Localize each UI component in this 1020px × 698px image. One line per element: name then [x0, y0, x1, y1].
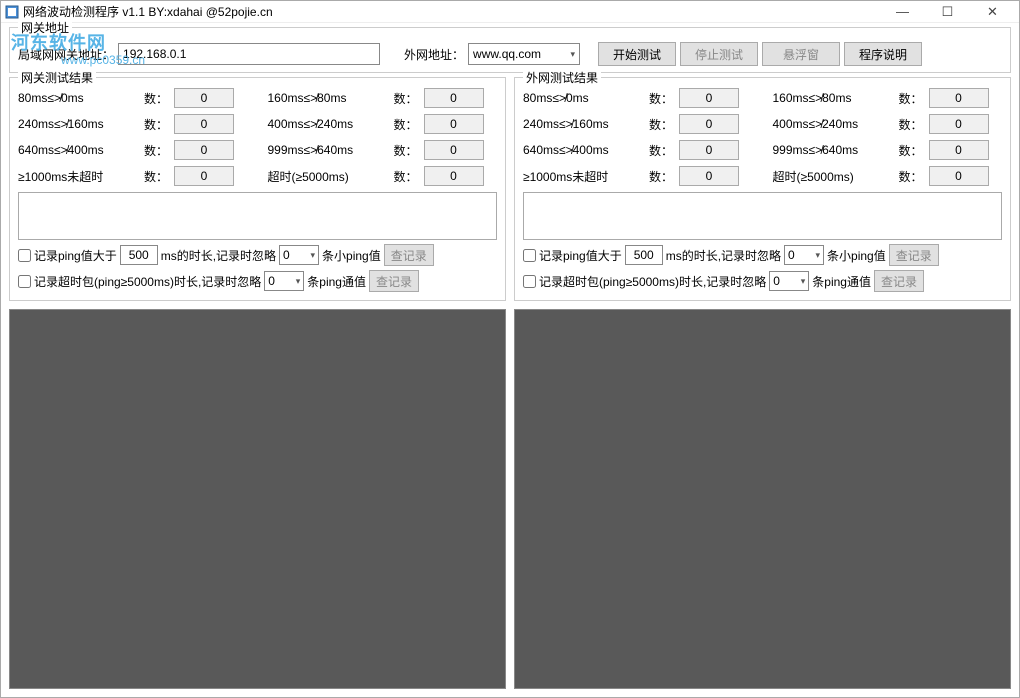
- wan-view-timeout-log-button[interactable]: 查记录: [874, 270, 924, 292]
- metric-label: 400ms≤≯240ms: [773, 117, 893, 131]
- metric-label: ≥1000ms未超时: [18, 168, 138, 185]
- gateway-ping-threshold-input[interactable]: [120, 245, 158, 265]
- gateway-group-title: 网关地址: [18, 19, 72, 36]
- metric-value: 0: [929, 114, 989, 134]
- metric-value: 0: [929, 166, 989, 186]
- wan-ignore-timeout-combo[interactable]: 0▾: [769, 271, 809, 291]
- wan-results-title: 外网测试结果: [523, 69, 601, 86]
- wan-address-label: 外网地址：: [404, 46, 464, 63]
- metric-label: 240ms≤≯160ms: [18, 117, 138, 131]
- close-button[interactable]: ✕: [970, 1, 1015, 23]
- gateway-results-group: 网关测试结果 80ms≤≯0ms数：0 160ms≤≯80ms数：0 240ms…: [9, 77, 506, 301]
- metric-label: 160ms≤≯80ms: [268, 91, 388, 105]
- metric-value: 0: [929, 140, 989, 160]
- gateway-results-title: 网关测试结果: [18, 69, 96, 86]
- metric-label: 640ms≤≯400ms: [18, 143, 138, 157]
- gateway-view-ping-log-button[interactable]: 查记录: [384, 244, 434, 266]
- metric-value: 0: [679, 166, 739, 186]
- window-title: 网络波动检测程序 v1.1 BY:xdahai @52pojie.cn: [23, 3, 880, 20]
- gateway-view-timeout-log-button[interactable]: 查记录: [369, 270, 419, 292]
- chevron-down-icon: ▾: [801, 276, 806, 287]
- wan-ping-threshold-input[interactable]: [625, 245, 663, 265]
- metric-value: 0: [174, 114, 234, 134]
- metric-label: 超时(≥5000ms): [268, 168, 388, 185]
- app-icon: [5, 5, 19, 19]
- chevron-down-icon: ▾: [311, 250, 316, 261]
- metric-value: 0: [174, 140, 234, 160]
- metric-value: 0: [929, 88, 989, 108]
- metric-value: 0: [424, 166, 484, 186]
- gateway-log-box: [18, 192, 497, 240]
- wan-ignore-small-combo[interactable]: 0▾: [784, 245, 824, 265]
- float-window-button[interactable]: 悬浮窗: [762, 42, 840, 66]
- metric-value: 0: [679, 114, 739, 134]
- lan-gateway-label: 局域网网关地址：: [18, 46, 114, 63]
- metric-value: 0: [679, 88, 739, 108]
- metric-value: 0: [679, 140, 739, 160]
- chevron-down-icon: ▾: [816, 250, 821, 261]
- metric-value: 0: [174, 88, 234, 108]
- metric-value: 0: [424, 88, 484, 108]
- wan-results-group: 外网测试结果 80ms≤≯0ms数：0 160ms≤≯80ms数：0 240ms…: [514, 77, 1011, 301]
- metric-label: 160ms≤≯80ms: [773, 91, 893, 105]
- gateway-record-ping-checkbox[interactable]: [18, 249, 31, 262]
- stop-test-button[interactable]: 停止测试: [680, 42, 758, 66]
- gateway-ignore-timeout-combo[interactable]: 0▾: [264, 271, 304, 291]
- metric-label: ≥1000ms未超时: [523, 168, 643, 185]
- metric-label: 999ms≤≯640ms: [773, 143, 893, 157]
- start-test-button[interactable]: 开始测试: [598, 42, 676, 66]
- maximize-button[interactable]: ☐: [925, 1, 970, 23]
- metric-label: 80ms≤≯0ms: [523, 91, 643, 105]
- wan-log-box: [523, 192, 1002, 240]
- metric-value: 0: [174, 166, 234, 186]
- wan-record-ping-checkbox[interactable]: [523, 249, 536, 262]
- wan-record-timeout-checkbox[interactable]: [523, 275, 536, 288]
- metric-label: 超时(≥5000ms): [773, 168, 893, 185]
- metric-label: 640ms≤≯400ms: [523, 143, 643, 157]
- metric-value: 0: [424, 114, 484, 134]
- gateway-ignore-small-combo[interactable]: 0▾: [279, 245, 319, 265]
- wan-address-combo[interactable]: www.qq.com▾: [468, 43, 580, 65]
- wan-view-ping-log-button[interactable]: 查记录: [889, 244, 939, 266]
- metric-label: 240ms≤≯160ms: [523, 117, 643, 131]
- metric-label: 400ms≤≯240ms: [268, 117, 388, 131]
- metric-label: 999ms≤≯640ms: [268, 143, 388, 157]
- help-button[interactable]: 程序说明: [844, 42, 922, 66]
- metric-label: 80ms≤≯0ms: [18, 91, 138, 105]
- metric-value: 0: [424, 140, 484, 160]
- wan-chart-canvas: [514, 309, 1011, 689]
- minimize-button[interactable]: —: [880, 1, 925, 23]
- gateway-record-timeout-checkbox[interactable]: [18, 275, 31, 288]
- lan-gateway-input[interactable]: [118, 43, 380, 65]
- chevron-down-icon: ▾: [296, 276, 301, 287]
- chevron-down-icon: ▾: [571, 49, 576, 60]
- titlebar: 网络波动检测程序 v1.1 BY:xdahai @52pojie.cn — ☐ …: [1, 1, 1019, 23]
- gateway-address-group: 网关地址 局域网网关地址： 外网地址： www.qq.com▾ 开始测试 停止测…: [9, 27, 1011, 73]
- gateway-chart-canvas: [9, 309, 506, 689]
